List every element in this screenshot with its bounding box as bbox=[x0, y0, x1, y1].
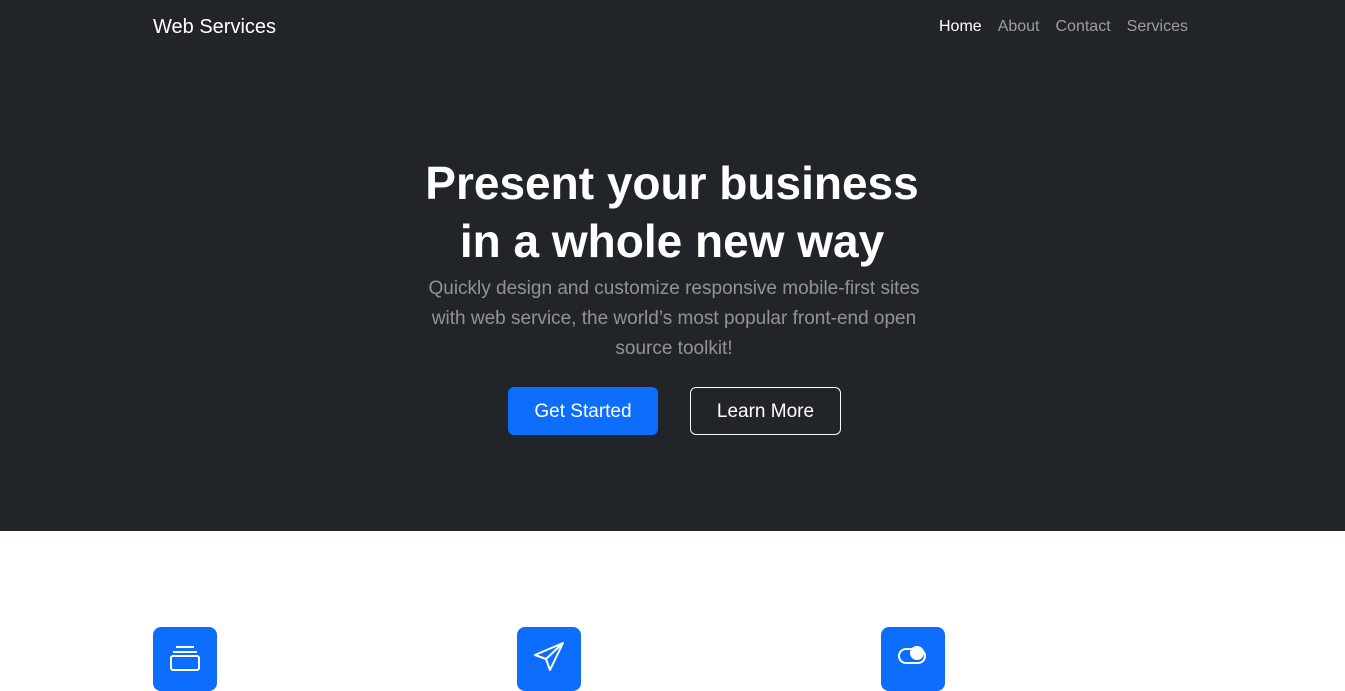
nav-links: Home About Contact Services bbox=[939, 16, 1188, 38]
toggles-icon bbox=[898, 646, 926, 664]
hero-title-line2: in a whole new way bbox=[459, 215, 885, 267]
nav-link-services[interactable]: Services bbox=[1127, 16, 1188, 38]
nav-link-home[interactable]: Home bbox=[939, 16, 982, 38]
learn-more-button[interactable]: Learn More bbox=[690, 387, 841, 435]
collection-icon bbox=[170, 646, 200, 671]
hero-title: Present your business in a whole new way bbox=[372, 154, 972, 270]
nav-link-about[interactable]: About bbox=[998, 16, 1040, 38]
hero-section: Present your business in a whole new way… bbox=[0, 54, 1345, 531]
hero-lead-text: Quickly design and customize responsive … bbox=[428, 278, 920, 359]
get-started-button[interactable]: Get Started bbox=[508, 387, 658, 435]
feature-send-icon bbox=[517, 627, 581, 691]
hero-title-line1: Present your business bbox=[425, 157, 919, 209]
feature-collection-icon bbox=[153, 627, 217, 691]
brand-link[interactable]: Web Services bbox=[153, 14, 276, 40]
feature-toggles-icon bbox=[881, 627, 945, 691]
nav-link-contact[interactable]: Contact bbox=[1056, 16, 1111, 38]
send-icon bbox=[534, 642, 564, 671]
navbar: Web Services Home About Contact Services bbox=[0, 0, 1345, 54]
